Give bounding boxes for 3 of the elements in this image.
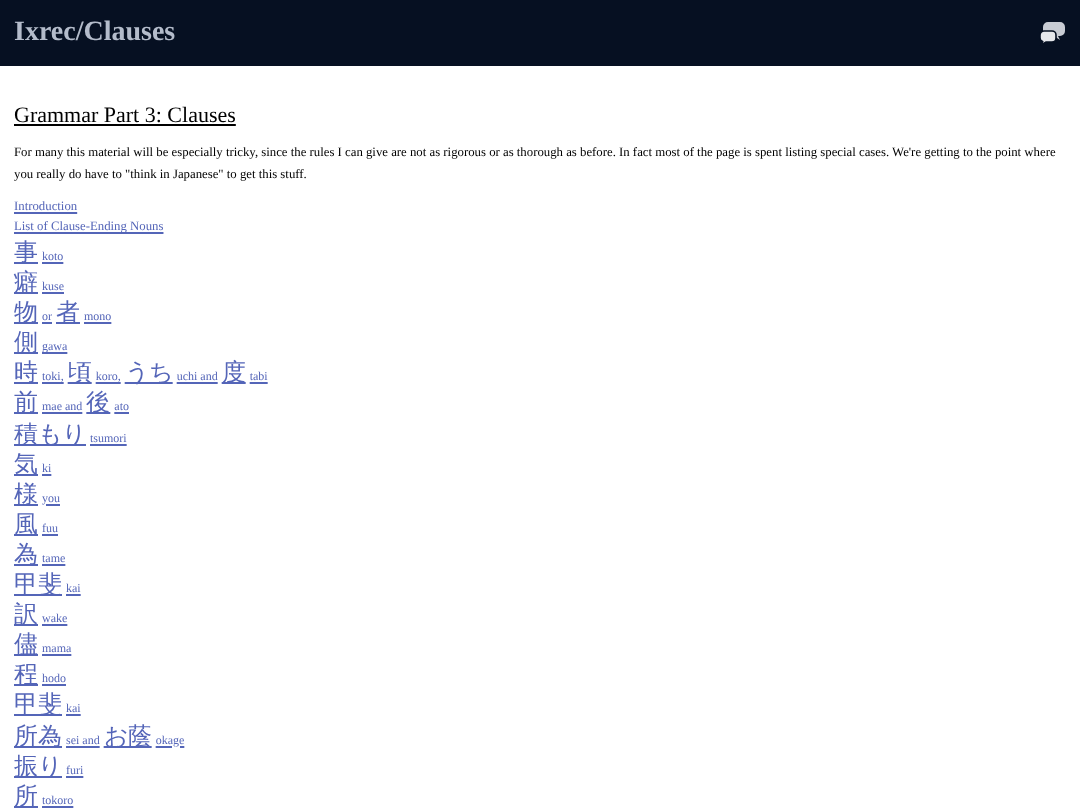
chat-icon[interactable] bbox=[1038, 20, 1066, 46]
site-title[interactable]: Ixrec/Clauses bbox=[14, 12, 176, 54]
page-heading: Grammar Part 3: Clauses bbox=[14, 102, 238, 130]
